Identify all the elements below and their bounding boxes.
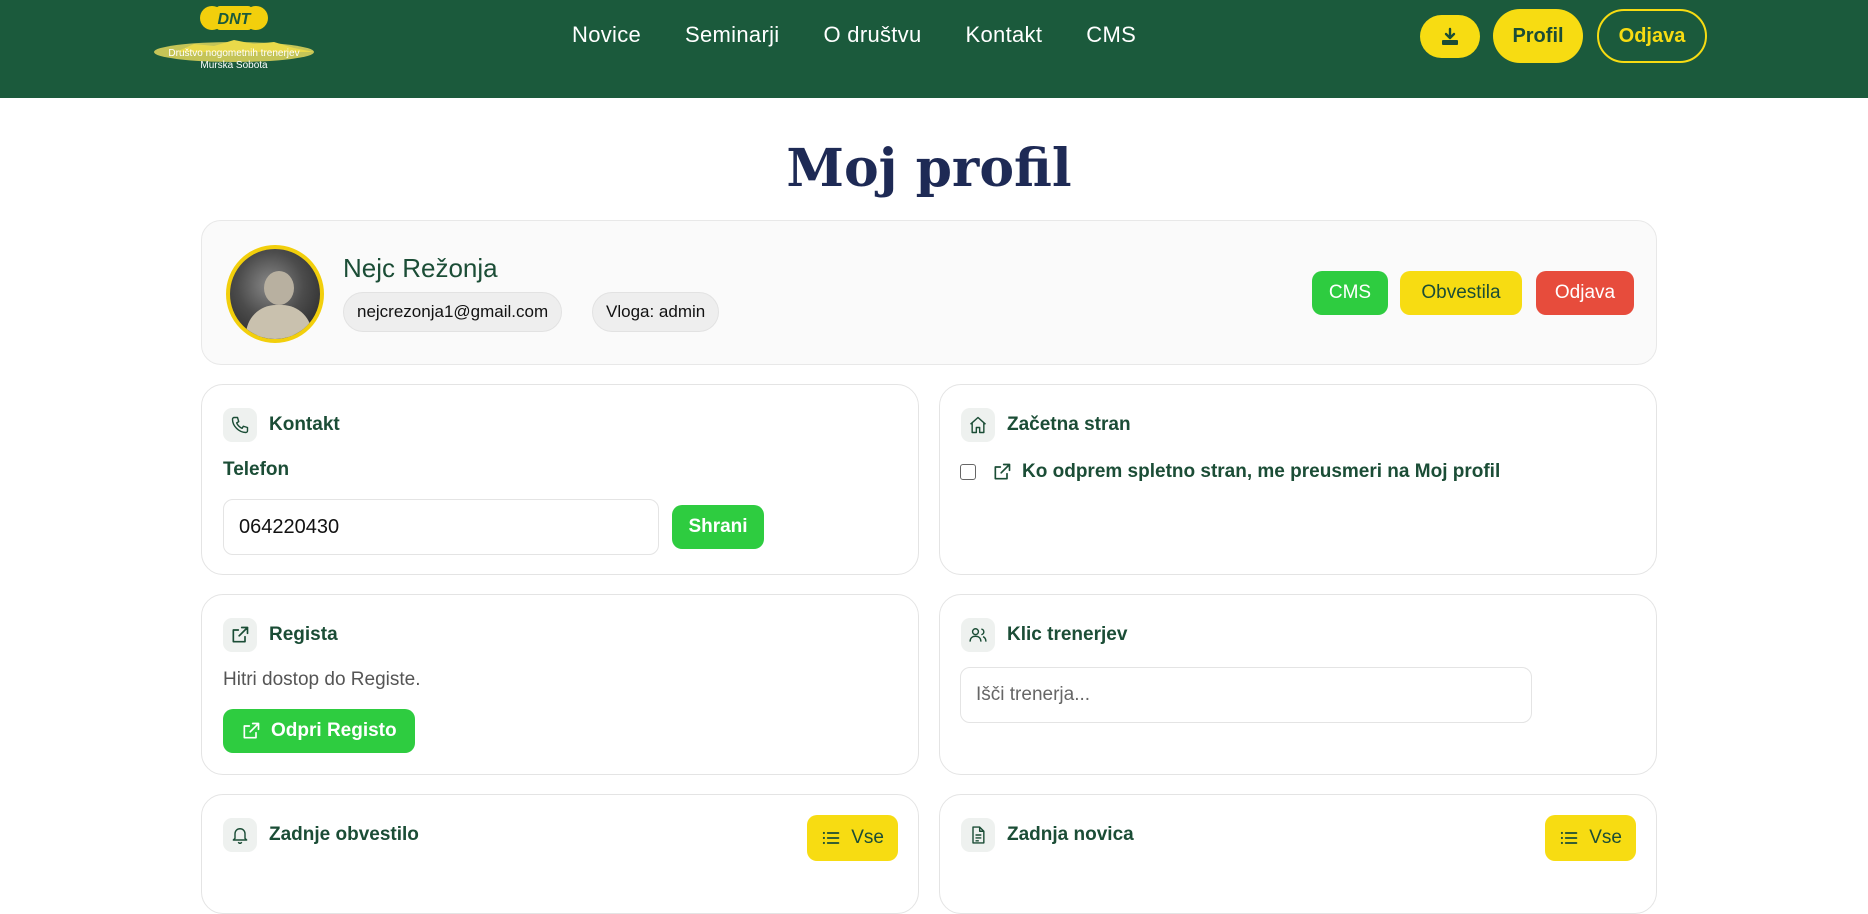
nav-cms[interactable]: CMS (1086, 22, 1136, 48)
cms-button[interactable]: CMS (1312, 271, 1388, 315)
logo-mark: DNT (218, 11, 252, 28)
main-nav: Novice Seminarji O društvu Kontakt CMS (572, 22, 1136, 48)
regista-card: Regista Hitri dostop do Registe. Odpri R… (201, 594, 919, 775)
zacetna-stran-card: Začetna stran Ko odprem spletno stran, m… (939, 384, 1657, 575)
klic-card-header: Klic trenerjev (961, 618, 1127, 652)
zadnja-novica-card: Zadnja novica Vse (939, 794, 1657, 914)
redirect-checkbox[interactable] (960, 464, 976, 480)
avatar (226, 245, 324, 343)
obvestila-button[interactable]: Obvestila (1400, 271, 1522, 315)
logo-line-2: Murska Sobota (200, 60, 268, 71)
all-notices-button[interactable]: Vse (807, 815, 898, 861)
email-chip: nejcrezonja1@gmail.com (343, 292, 563, 332)
download-button[interactable] (1420, 15, 1480, 58)
regista-description: Hitri dostop do Registe. (223, 669, 421, 690)
profile-name: Nejc Režonja (343, 253, 498, 283)
home-icon (961, 408, 995, 442)
external-link-icon (223, 618, 257, 652)
bell-icon (223, 818, 257, 852)
site-header: DNT Društvo nogometnih trenerjev Murska … (0, 0, 1868, 98)
novica-card-header: Zadnja novica (961, 818, 1134, 852)
external-link-icon (994, 463, 1011, 480)
coach-search-input[interactable] (960, 667, 1532, 723)
obvestilo-card-header: Zadnje obvestilo (223, 818, 419, 852)
zacetna-card-header: Začetna stran (961, 408, 1131, 442)
regista-title: Regista (269, 624, 338, 645)
kontakt-card: Kontakt Telefon Shrani (201, 384, 919, 575)
role-chip: Vloga: admin (592, 292, 720, 332)
telefon-label: Telefon (223, 459, 290, 480)
logo-line-1: Društvo nogometnih trenerjev (168, 48, 300, 59)
novica-title: Zadnja novica (1007, 824, 1134, 845)
all-notices-label: Vse (851, 827, 884, 848)
regista-card-header: Regista (223, 618, 338, 652)
logo-caption: Društvo nogometnih trenerjev Murska Sobo… (154, 48, 314, 72)
zadnje-obvestilo-card: Zadnje obvestilo Vse (201, 794, 919, 914)
users-icon (961, 618, 995, 652)
avatar-body (246, 305, 312, 339)
nav-o-drustvu[interactable]: O društvu (823, 22, 921, 48)
save-phone-button[interactable]: Shrani (672, 505, 764, 549)
nav-novice[interactable]: Novice (572, 22, 641, 48)
nav-seminarji[interactable]: Seminarji (685, 22, 779, 48)
klic-trenerjev-card: Klic trenerjev (939, 594, 1657, 775)
list-icon (823, 831, 840, 845)
kontakt-title: Kontakt (269, 414, 340, 435)
open-regista-button[interactable]: Odpri Registo (223, 709, 415, 753)
profile-logout-button[interactable]: Odjava (1536, 271, 1634, 315)
all-news-button[interactable]: Vse (1545, 815, 1636, 861)
profil-button[interactable]: Profil (1493, 9, 1583, 63)
external-link-icon (243, 722, 260, 739)
phone-input[interactable] (223, 499, 659, 555)
open-regista-label: Odpri Registo (271, 720, 397, 741)
redirect-option: Ko odprem spletno stran, me preusmeri na… (960, 461, 1500, 483)
all-news-label: Vse (1589, 827, 1622, 848)
page-title: Moj profil (786, 138, 1072, 199)
profile-card: Nejc Režonja nejcrezonja1@gmail.com Vlog… (201, 220, 1657, 365)
kontakt-card-header: Kontakt (223, 408, 340, 442)
zacetna-title: Začetna stran (1007, 414, 1131, 435)
document-icon (961, 818, 995, 852)
obvestilo-title: Zadnje obvestilo (269, 824, 419, 845)
klic-title: Klic trenerjev (1007, 624, 1128, 645)
phone-icon (223, 408, 257, 442)
list-icon (1561, 831, 1578, 845)
download-icon (1442, 27, 1458, 45)
logout-button[interactable]: Odjava (1597, 9, 1707, 63)
nav-kontakt[interactable]: Kontakt (966, 22, 1043, 48)
redirect-label: Ko odprem spletno stran, me preusmeri na… (1022, 461, 1501, 482)
avatar-face (264, 271, 294, 305)
